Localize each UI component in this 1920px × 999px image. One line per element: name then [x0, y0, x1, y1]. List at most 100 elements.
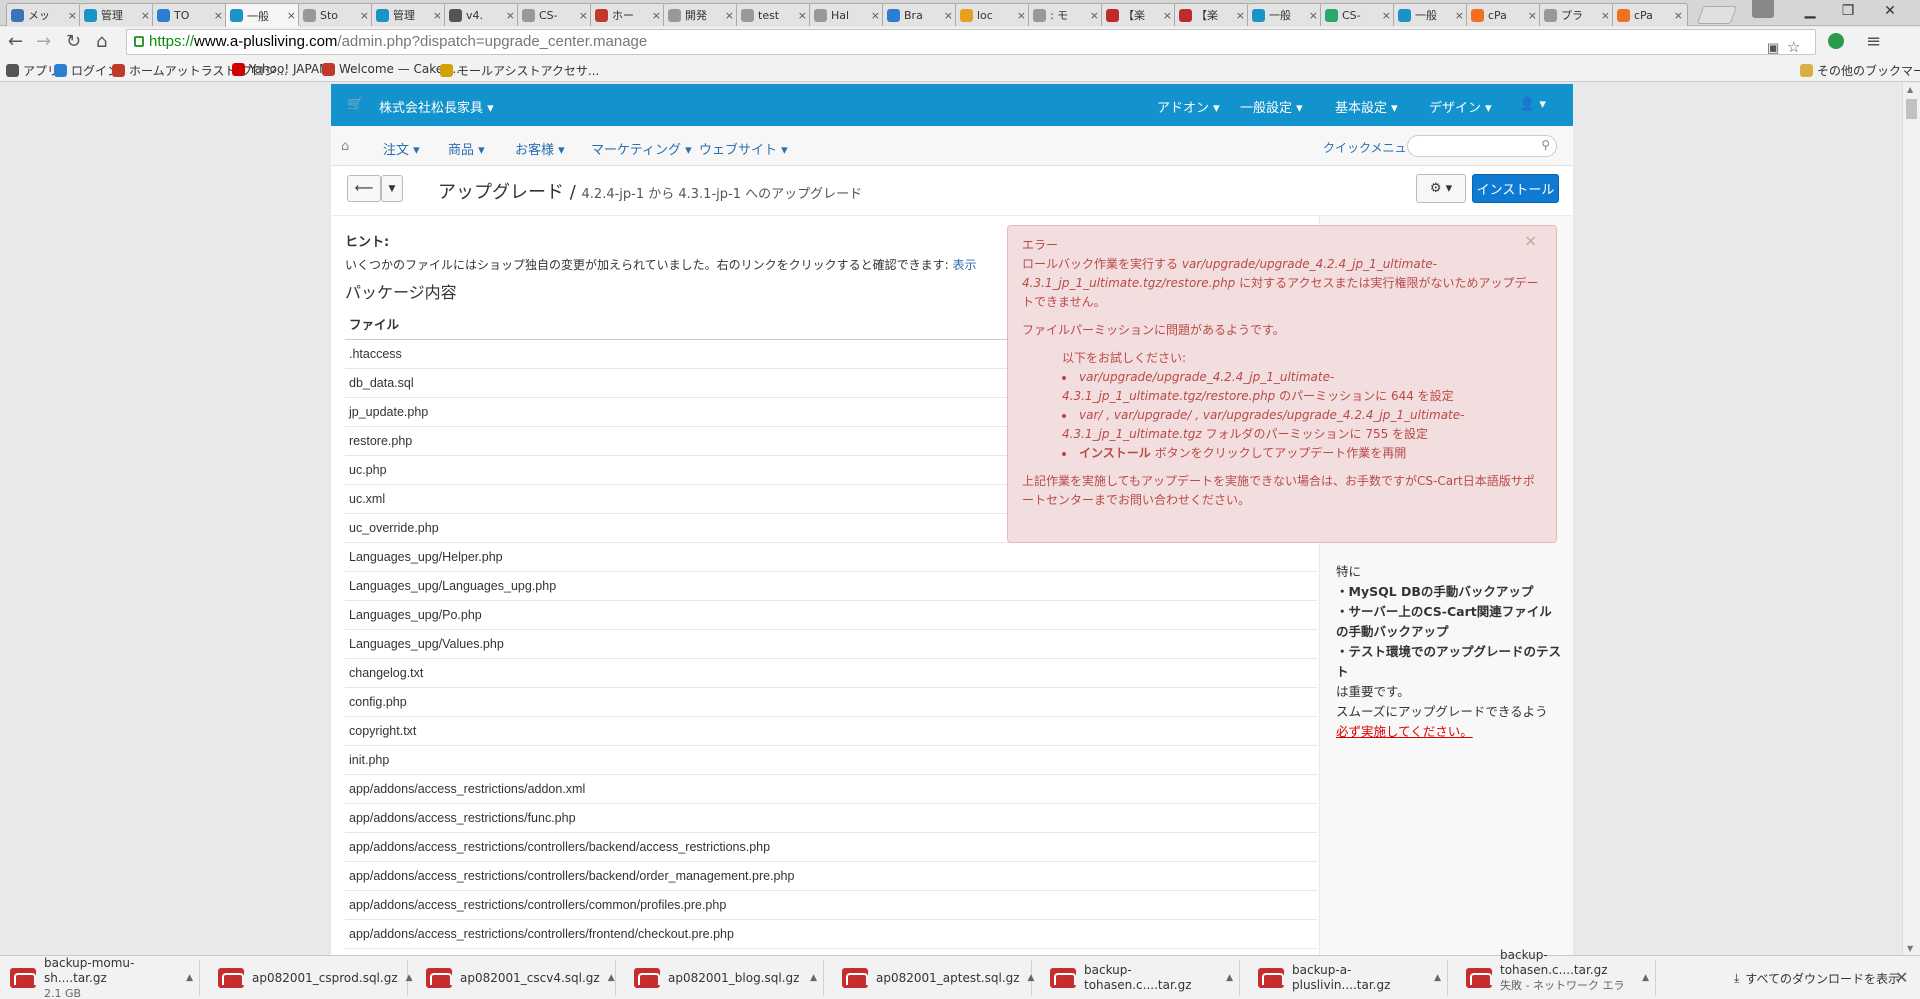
- tab-close-icon[interactable]: ×: [433, 9, 442, 22]
- browser-tab[interactable]: CS- ×: [517, 3, 593, 26]
- error-close-icon[interactable]: ×: [1524, 231, 1537, 250]
- browser-tab[interactable]: 管理 ×: [79, 3, 155, 26]
- sidebar-must-link[interactable]: 必ず実施してください。: [1336, 724, 1473, 739]
- browser-tab[interactable]: ホー ×: [590, 3, 666, 26]
- downloads-close-icon[interactable]: ✕: [1895, 968, 1908, 987]
- browser-tab[interactable]: Bra ×: [882, 3, 958, 26]
- download-menu-icon[interactable]: ▲: [406, 973, 413, 983]
- browser-tab[interactable]: Sto ×: [298, 3, 374, 26]
- browser-tab[interactable]: 管理 ×: [371, 3, 447, 26]
- tab-close-icon[interactable]: ×: [944, 9, 953, 22]
- home-icon[interactable]: ⌂: [96, 31, 107, 52]
- tab-close-icon[interactable]: ×: [1382, 9, 1391, 22]
- nav-products[interactable]: 商品 ▾: [448, 139, 485, 158]
- nav-customers[interactable]: お客様 ▾: [515, 139, 565, 158]
- browser-tab[interactable]: cPa ×: [1466, 3, 1542, 26]
- browser-tab[interactable]: 一般 ×: [225, 3, 301, 27]
- browser-tab[interactable]: プラ ×: [1539, 3, 1615, 26]
- reload-icon[interactable]: ↻: [66, 31, 81, 52]
- download-item[interactable]: ap082001_blog.sql.gz ▲: [626, 960, 824, 996]
- bookmark-item[interactable]: アプリ: [6, 62, 59, 79]
- tab-close-icon[interactable]: ×: [506, 9, 515, 22]
- browser-tab[interactable]: loc ×: [955, 3, 1031, 26]
- tab-close-icon[interactable]: ×: [1674, 9, 1683, 22]
- tab-close-icon[interactable]: ×: [141, 9, 150, 22]
- tab-close-icon[interactable]: ×: [287, 9, 296, 22]
- nav-website[interactable]: ウェブサイト ▾: [699, 139, 788, 158]
- download-menu-icon[interactable]: ▲: [186, 973, 193, 983]
- download-menu-icon[interactable]: ▲: [1226, 973, 1233, 983]
- tab-close-icon[interactable]: ×: [68, 9, 77, 22]
- tab-close-icon[interactable]: ×: [579, 9, 588, 22]
- download-menu-icon[interactable]: ▲: [608, 973, 615, 983]
- minimize-button[interactable]: ▁: [1792, 0, 1828, 22]
- download-item[interactable]: backup-a-pluslivin....tar.gz ▲: [1250, 960, 1448, 996]
- scrollbar-thumb[interactable]: [1906, 99, 1917, 119]
- browser-tab[interactable]: TO ×: [152, 3, 228, 26]
- settings-dropdown-button[interactable]: ⚙ ▾: [1416, 174, 1466, 203]
- bookmark-item[interactable]: ログイン: [54, 62, 119, 79]
- download-menu-icon[interactable]: ▲: [1028, 973, 1035, 983]
- back-button[interactable]: ⟵: [347, 175, 381, 202]
- menu-design[interactable]: デザイン ▾: [1429, 97, 1492, 116]
- browser-tab[interactable]: CS- ×: [1320, 3, 1396, 26]
- tab-close-icon[interactable]: ×: [1090, 9, 1099, 22]
- forward-icon[interactable]: →: [36, 31, 51, 52]
- tab-close-icon[interactable]: ×: [798, 9, 807, 22]
- tab-close-icon[interactable]: ×: [871, 9, 880, 22]
- download-menu-icon[interactable]: ▲: [810, 973, 817, 983]
- tab-close-icon[interactable]: ×: [214, 9, 223, 22]
- browser-tab[interactable]: v4. ×: [444, 3, 520, 26]
- tab-close-icon[interactable]: ×: [1309, 9, 1318, 22]
- tab-close-icon[interactable]: ×: [1455, 9, 1464, 22]
- download-item[interactable]: ap082001_aptest.sql.gz ▲: [834, 960, 1035, 996]
- page-scrollbar[interactable]: ▲ ▼: [1902, 83, 1920, 955]
- browser-tab[interactable]: test ×: [736, 3, 812, 26]
- quick-search-input[interactable]: ⚲: [1407, 135, 1557, 157]
- show-all-downloads[interactable]: ⤓ すべてのダウンロードを表示: [1734, 970, 1900, 987]
- tab-close-icon[interactable]: ×: [1236, 9, 1245, 22]
- show-changes-link[interactable]: 表示: [953, 258, 977, 272]
- quick-menu[interactable]: クイックメニュー: [1323, 139, 1419, 156]
- bookmark-item[interactable]: Yahoo! JAPAN: [232, 62, 328, 76]
- back-icon[interactable]: ←: [8, 31, 23, 52]
- menu-basic-settings[interactable]: 基本設定 ▾: [1335, 97, 1398, 116]
- browser-tab[interactable]: : モ ×: [1028, 3, 1104, 26]
- address-bar[interactable]: https://www.a-plusliving.com/admin.php?d…: [126, 29, 1816, 56]
- new-tab-button[interactable]: [1696, 6, 1738, 24]
- download-item[interactable]: backup-momu-sh....tar.gz 2.1 GB ▲: [2, 956, 200, 999]
- tab-close-icon[interactable]: ×: [1528, 9, 1537, 22]
- other-bookmarks[interactable]: その他のブックマーク: [1800, 62, 1920, 79]
- cart-icon[interactable]: 🛒: [347, 97, 363, 112]
- home-nav-icon[interactable]: ⌂: [341, 139, 349, 154]
- tab-close-icon[interactable]: ×: [1601, 9, 1610, 22]
- restore-button[interactable]: ❐: [1830, 0, 1866, 22]
- download-item[interactable]: backup-tohasen.c....tar.gz 失敗 - ネットワーク エラ…: [1458, 948, 1656, 999]
- tab-close-icon[interactable]: ×: [652, 9, 661, 22]
- browser-tab[interactable]: 開発 ×: [663, 3, 739, 26]
- download-menu-icon[interactable]: ▲: [1642, 973, 1649, 983]
- browser-tab[interactable]: Hal ×: [809, 3, 885, 26]
- menu-general-settings[interactable]: 一般設定 ▾: [1240, 97, 1303, 116]
- nav-marketing[interactable]: マーケティング ▾: [591, 139, 692, 158]
- browser-tab[interactable]: 【楽 ×: [1101, 3, 1177, 26]
- browser-tab[interactable]: メッ ×: [6, 3, 82, 26]
- chrome-menu-icon[interactable]: ≡: [1866, 31, 1881, 52]
- tab-close-icon[interactable]: ×: [1017, 9, 1026, 22]
- browser-tab[interactable]: 一般 ×: [1393, 3, 1469, 26]
- nav-orders[interactable]: 注文 ▾: [383, 139, 420, 158]
- scroll-down-icon[interactable]: ▼: [1907, 944, 1913, 953]
- install-button[interactable]: インストール: [1472, 174, 1559, 203]
- browser-tab[interactable]: 【楽 ×: [1174, 3, 1250, 26]
- close-window-button[interactable]: ✕: [1872, 0, 1908, 22]
- bookmark-item[interactable]: モールアシストアクセサ...: [440, 62, 599, 79]
- store-selector[interactable]: 株式会社松長家具 ▾: [379, 97, 494, 116]
- extension-icon[interactable]: [1828, 33, 1844, 49]
- user-menu-icon[interactable]: 👤 ▾: [1519, 97, 1546, 112]
- tab-close-icon[interactable]: ×: [725, 9, 734, 22]
- download-menu-icon[interactable]: ▲: [1434, 973, 1441, 983]
- menu-addons[interactable]: アドオン ▾: [1157, 97, 1220, 116]
- tab-close-icon[interactable]: ×: [360, 9, 369, 22]
- profile-icon[interactable]: [1752, 0, 1774, 18]
- scroll-up-icon[interactable]: ▲: [1907, 85, 1913, 94]
